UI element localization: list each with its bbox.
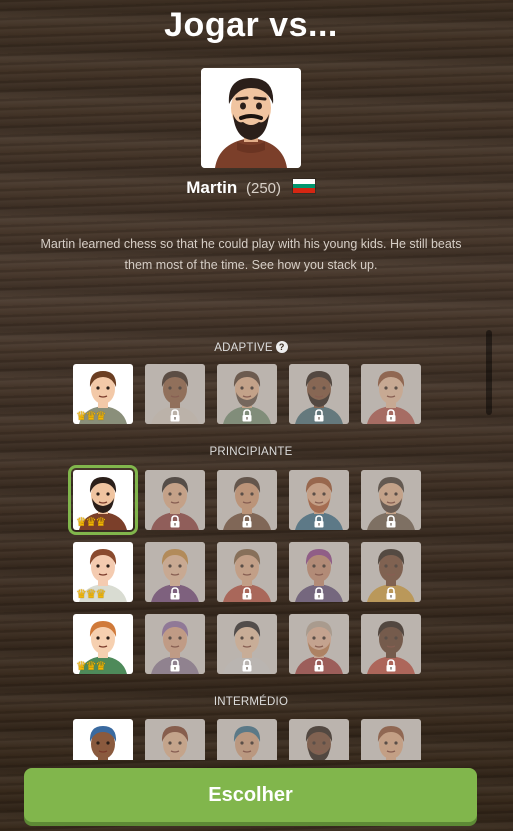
selected-bot-rating: (250) bbox=[245, 180, 282, 197]
bot-tile[interactable] bbox=[217, 364, 277, 424]
bot-tile[interactable] bbox=[361, 470, 421, 530]
section-label: ADAPTIVE? bbox=[0, 341, 502, 354]
bot-tile[interactable] bbox=[217, 719, 277, 760]
lock-icon bbox=[241, 515, 253, 528]
section-label-text: ADAPTIVE bbox=[214, 342, 273, 354]
crown-icon: ♛♛♛ bbox=[76, 659, 106, 673]
bot-tile[interactable] bbox=[145, 719, 205, 760]
bot-tile[interactable]: ♛♛♛ bbox=[73, 614, 133, 674]
selected-bot-name: Martin bbox=[186, 178, 238, 197]
bot-tile[interactable] bbox=[361, 542, 421, 602]
section-label-text: INTERMÉDIO bbox=[213, 696, 289, 708]
page-title: Jogar vs... bbox=[164, 6, 338, 44]
bot-tile[interactable] bbox=[289, 470, 349, 530]
lock-icon bbox=[241, 659, 253, 672]
scrollbar-thumb[interactable] bbox=[486, 330, 492, 415]
bot-tile[interactable]: ♛♛♛ bbox=[73, 364, 133, 424]
bot-tile[interactable] bbox=[217, 470, 277, 530]
lock-icon bbox=[241, 587, 253, 600]
lock-icon bbox=[169, 409, 181, 422]
bot-tile[interactable]: ♛♛♛ bbox=[68, 465, 138, 535]
lock-icon bbox=[385, 409, 397, 422]
section-label-text: PRINCIPIANTE bbox=[209, 446, 293, 458]
lock-icon bbox=[241, 409, 253, 422]
bot-tile[interactable] bbox=[289, 542, 349, 602]
bot-tile[interactable] bbox=[289, 614, 349, 674]
bot-tile[interactable] bbox=[73, 719, 133, 760]
lock-icon bbox=[385, 515, 397, 528]
crown-icon: ♛♛♛ bbox=[76, 515, 106, 529]
lock-icon bbox=[169, 515, 181, 528]
crown-icon: ♛♛♛ bbox=[76, 409, 106, 423]
selected-bot-bio: Martin learned chess so that he could pl… bbox=[40, 237, 462, 272]
bot-avatar-icon bbox=[89, 726, 117, 760]
lock-icon bbox=[313, 587, 325, 600]
lock-icon bbox=[169, 659, 181, 672]
bot-tile[interactable] bbox=[361, 614, 421, 674]
section-label: INTERMÉDIO bbox=[0, 696, 502, 708]
bot-tile[interactable]: ♛♛♛ bbox=[73, 542, 133, 602]
help-icon[interactable]: ? bbox=[275, 341, 288, 353]
selected-bot-header: Martin (250) bbox=[0, 178, 502, 198]
bot-tile[interactable] bbox=[145, 542, 205, 602]
bot-tile[interactable] bbox=[217, 542, 277, 602]
lock-icon bbox=[313, 659, 325, 672]
bot-tile[interactable] bbox=[289, 719, 349, 760]
bot-selection-panel: Jogar vs... Martin (250) Martin learned … bbox=[0, 0, 502, 760]
selected-bot-avatar bbox=[201, 68, 301, 168]
section-label: PRINCIPIANTE bbox=[0, 446, 502, 458]
bot-tile[interactable] bbox=[289, 364, 349, 424]
country-flag-icon bbox=[291, 178, 316, 194]
bot-avatar-icon bbox=[233, 726, 261, 760]
lock-icon bbox=[169, 587, 181, 600]
bot-avatar-icon bbox=[305, 726, 333, 760]
lock-icon bbox=[385, 587, 397, 600]
bot-tile[interactable] bbox=[145, 364, 205, 424]
bot-tile[interactable] bbox=[145, 470, 205, 530]
bot-tile[interactable] bbox=[145, 614, 205, 674]
lock-icon bbox=[313, 409, 325, 422]
bot-tile[interactable] bbox=[217, 614, 277, 674]
bot-avatar-icon bbox=[377, 726, 405, 760]
bot-avatar-icon bbox=[161, 726, 189, 760]
bot-tile[interactable] bbox=[361, 719, 421, 760]
lock-icon bbox=[385, 659, 397, 672]
bot-tile[interactable] bbox=[361, 364, 421, 424]
choose-button[interactable]: Escolher bbox=[24, 768, 477, 822]
scrollbar[interactable] bbox=[486, 0, 492, 760]
lock-icon bbox=[313, 515, 325, 528]
crown-icon: ♛♛♛ bbox=[76, 587, 106, 601]
footer: Escolher bbox=[24, 768, 477, 826]
